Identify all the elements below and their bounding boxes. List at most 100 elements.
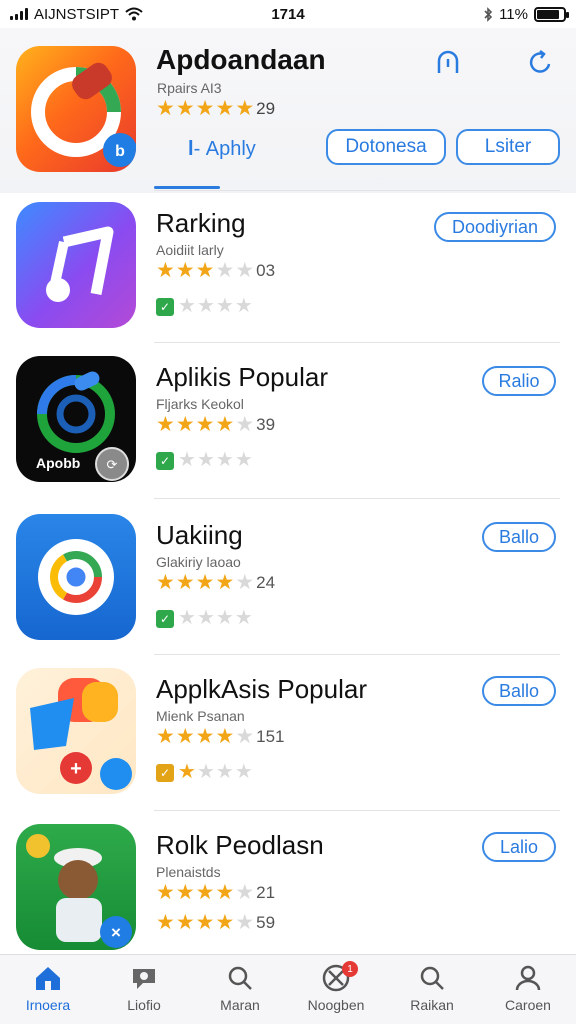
rating-count: 29	[256, 98, 276, 118]
app-subtitle: Mienk Psanan	[156, 708, 245, 724]
app-mini-rating: ✓ ★ ★ ★ ★	[156, 762, 253, 783]
nav-label: Caroen	[505, 997, 551, 1013]
wifi-icon	[125, 7, 143, 21]
list-item[interactable]: Uakiing Glakiriy laoao ★ ★ ★ ★ ★ 24 ✓ ★ ★ ★ ★ B…	[0, 514, 576, 670]
featured-app-icon[interactable]: b	[16, 46, 136, 172]
page-title: Apdoandaan	[156, 44, 326, 75]
app-mini-rating: ✓ ★ ★ ★ ★	[156, 450, 253, 471]
header-rating: ★ ★ ★ ★ ★ 29	[156, 98, 275, 119]
nav-item-rankings[interactable]: Raikan	[384, 955, 480, 1024]
rating-stars: ★ ★ ★ ★ ★	[156, 97, 255, 120]
nav-label: Maran	[220, 997, 260, 1013]
list-item[interactable]: + ApplkAsis Popular Mienk Psanan ★ ★ ★ ★ ★ 1…	[0, 668, 576, 824]
rating-stars: ★ ★ ★ ★ ★	[156, 911, 255, 934]
battery-icon	[534, 6, 569, 22]
rating-stars: ★ ★ ★ ★ ★	[156, 413, 255, 436]
camera-lens-icon: ⟳ Apobb	[16, 356, 136, 482]
status-time: 1714	[271, 5, 305, 23]
app-subtitle: Aoidiit larly	[156, 242, 224, 258]
svg-text:+: +	[70, 758, 82, 780]
rating-stars: ★ ★ ★ ★ ★	[156, 571, 255, 594]
rating-count: 39	[256, 414, 276, 434]
svg-text:×: ×	[111, 923, 121, 942]
get-button[interactable]: Ballo	[482, 522, 556, 552]
app-rating: ★ ★ ★ ★ ★ 151	[156, 726, 285, 747]
colorful-apps-icon: +	[16, 668, 136, 794]
signal-icon	[10, 8, 28, 20]
tab-indicator	[154, 186, 220, 189]
get-button[interactable]: Ralio	[482, 366, 556, 396]
refresh-button[interactable]	[522, 44, 558, 80]
filter-button-1[interactable]: Dotonesa	[326, 129, 446, 165]
verified-icon: ✓	[156, 297, 174, 316]
search-icon	[228, 966, 252, 990]
get-button[interactable]: Doodiyrian	[434, 212, 556, 242]
filter-button-2[interactable]: Lsiter	[456, 129, 560, 165]
get-button[interactable]: Lalio	[482, 832, 556, 862]
get-button[interactable]: Ballo	[482, 676, 556, 706]
app-name: Aplikis Popular	[156, 362, 328, 392]
verified-icon: ✓	[156, 451, 174, 470]
nav-label: Raikan	[410, 997, 454, 1013]
chrome-browser-icon	[16, 514, 136, 640]
nav-item-account[interactable]: Caroen	[480, 955, 576, 1024]
nav-item-chat[interactable]: Liofio	[96, 955, 192, 1024]
app-subtitle: Plenaistds	[156, 864, 221, 880]
nav-item-search[interactable]: Maran	[192, 955, 288, 1024]
battery-percent: 11%	[499, 5, 528, 23]
page-subtitle: Rpairs AI3	[157, 80, 222, 96]
status-bar: AIJNSTSIPT 1714 11%	[0, 0, 576, 28]
icon-caption: Apobb	[36, 455, 80, 471]
app-name: ApplkAsis Popular	[156, 674, 367, 704]
app-rating: ★ ★ ★ ★ ★ 03	[156, 260, 275, 281]
chat-icon	[133, 969, 155, 989]
row-divider	[154, 810, 560, 811]
nav-label: Noogben	[307, 997, 365, 1013]
nav-item-home[interactable]: Irnoera	[0, 955, 96, 1024]
rating-count: 59	[256, 912, 276, 932]
list-item[interactable]: ⟳ Apobb Aplikis Popular Fljarks Keokol ★…	[0, 356, 576, 512]
app-name: Rolk Peodlasn	[156, 830, 324, 860]
list-item[interactable]: × Rolk Peodlasn Plenaistds ★ ★ ★ ★ ★ 21 ★ ★ ★ ★…	[0, 824, 576, 954]
svg-text:b: b	[115, 143, 125, 160]
app-mini-rating: ✓ ★ ★ ★ ★	[156, 296, 253, 317]
rating-count: 21	[256, 882, 276, 902]
row-divider	[154, 654, 560, 655]
nav-label: Liofio	[127, 997, 161, 1013]
rating-stars: ★ ★ ★ ★ ★	[156, 725, 255, 748]
nav-item-explore[interactable]: 1 Noogben	[288, 955, 384, 1024]
verified-icon: ✓	[156, 609, 174, 628]
rating-count: 151	[256, 726, 285, 746]
nav-label: Irnoera	[25, 997, 71, 1013]
app-name: Uakiing	[156, 520, 243, 550]
app-subtitle: Fljarks Keokol	[156, 396, 244, 412]
app-rating: ★ ★ ★ ★ ★ 21	[156, 882, 275, 903]
notification-badge: 1	[342, 961, 358, 977]
person-icon	[515, 965, 541, 991]
app-name: Rarking	[156, 208, 246, 238]
carrier-label: AIJNSTSIPT	[34, 5, 120, 23]
app-subtitle: Glakiriy laoao	[156, 554, 241, 570]
bottom-nav: Irnoera Liofio Maran 1 Noogben Raikan Ca…	[0, 954, 576, 1024]
profile-button[interactable]	[430, 44, 466, 80]
svg-text:⟳: ⟳	[107, 457, 118, 472]
tab-apply-label: Aphly	[205, 138, 256, 160]
tab-apply[interactable]: l- Aphly	[188, 138, 256, 161]
search-icon	[420, 966, 444, 990]
app-rating: ★ ★ ★ ★ ★ 39	[156, 414, 275, 435]
music-note-icon	[16, 202, 136, 328]
app-mini-rating: ✓ ★ ★ ★ ★	[156, 608, 253, 629]
game-character-icon: ×	[16, 824, 136, 950]
app-rating: ★ ★ ★ ★ ★ 24	[156, 572, 275, 593]
verified-icon: ✓	[156, 763, 174, 782]
rating-stars: ★ ★ ★ ★ ★	[156, 259, 255, 282]
home-icon	[36, 967, 60, 990]
bluetooth-icon	[484, 6, 493, 22]
row-divider	[154, 498, 560, 499]
rating-count: 24	[256, 572, 276, 592]
header-divider	[154, 190, 560, 191]
list-item[interactable]: Rarking Aoidiit larly ★ ★ ★ ★ ★ 03 ✓ ★ ★ ★ ★ Do…	[0, 202, 576, 358]
refresh-icon	[529, 50, 551, 73]
rating-stars: ★ ★ ★ ★ ★	[156, 881, 255, 904]
app-rating-secondary: ★ ★ ★ ★ ★ 59	[156, 912, 275, 933]
